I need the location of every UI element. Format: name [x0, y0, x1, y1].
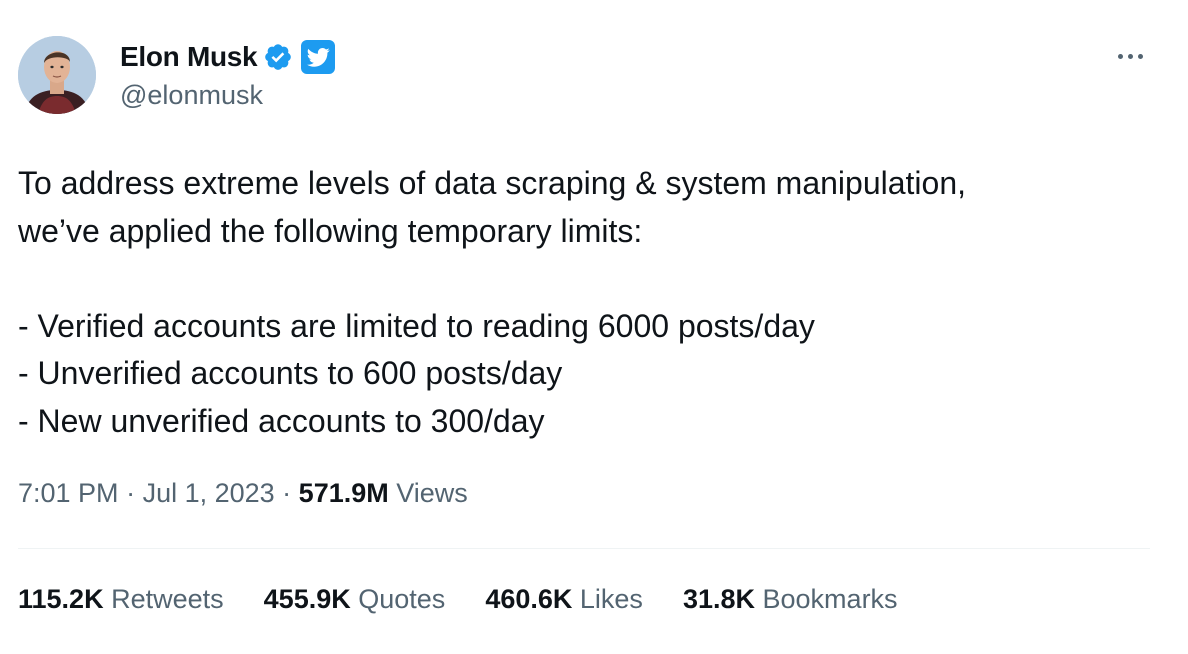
tweet-stats: 115.2K Retweets 455.9K Quotes 460.6K Lik… [18, 584, 938, 615]
likes-stat[interactable]: 460.6K Likes [485, 584, 643, 615]
tweet-text-blank-line [18, 255, 1138, 303]
views-count[interactable]: 571.9M [299, 478, 389, 508]
divider [18, 548, 1150, 549]
avatar[interactable] [18, 36, 96, 114]
retweets-label: Retweets [111, 584, 224, 614]
tweet-text-line: we’ve applied the following temporary li… [18, 212, 643, 249]
more-options-button[interactable] [1110, 40, 1150, 72]
tweet-time[interactable]: 7:01 PM [18, 478, 119, 508]
quotes-count: 455.9K [263, 584, 351, 614]
bookmarks-count: 31.8K [682, 584, 755, 614]
retweets-stat[interactable]: 115.2K Retweets [18, 584, 224, 615]
retweets-count: 115.2K [18, 584, 104, 614]
likes-count: 460.6K [485, 584, 573, 614]
tweet-text-line: - Unverified accounts to 600 posts/day [18, 355, 563, 391]
tweet-card: Elon Musk @elonmusk To address extreme l… [0, 0, 1188, 654]
tweet-text-line: - New unverified accounts to 300/day [18, 402, 545, 439]
likes-label: Likes [579, 584, 643, 614]
tweet-text-line: To address extreme levels of data scrapi… [18, 165, 967, 201]
bookmarks-label: Bookmarks [762, 584, 898, 614]
views-label: Views [396, 478, 468, 508]
tweet-meta: 7:01 PM · Jul 1, 2023 · 571.9M Views [18, 478, 468, 509]
tweet-text-line: - Verified accounts are limited to readi… [18, 307, 815, 344]
meta-separator: · [274, 478, 299, 508]
verified-badge-icon[interactable] [263, 42, 293, 72]
quotes-label: Quotes [358, 584, 446, 614]
tweet-date[interactable]: Jul 1, 2023 [143, 478, 275, 508]
quotes-stat[interactable]: 455.9K Quotes [264, 584, 446, 615]
author-display-name[interactable]: Elon Musk [120, 41, 258, 73]
author-name-row: Elon Musk [120, 40, 336, 74]
bookmarks-stat[interactable]: 31.8K Bookmarks [683, 584, 898, 615]
more-horizontal-icon [1117, 53, 1143, 59]
meta-separator: · [118, 478, 143, 508]
avatar-image [18, 36, 96, 114]
twitter-bird-icon[interactable] [301, 40, 336, 74]
tweet-text: To address extreme levels of data scrapi… [18, 160, 1138, 445]
author-handle[interactable]: @elonmusk [120, 80, 263, 111]
